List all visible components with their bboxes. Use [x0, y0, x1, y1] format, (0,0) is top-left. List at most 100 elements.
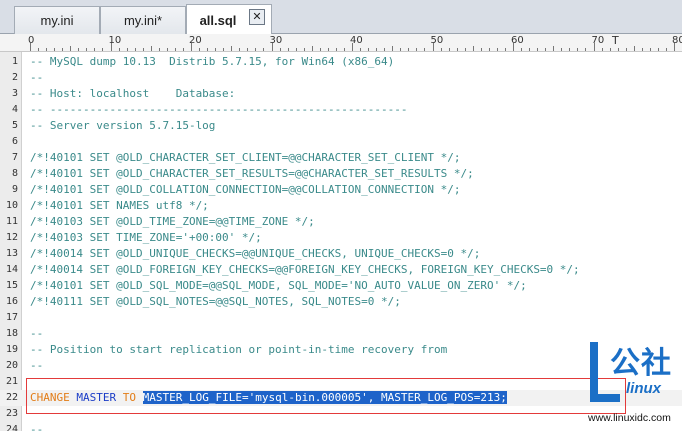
ruler-label: 70 [591, 35, 605, 46]
ruler-tick [392, 46, 394, 51]
line-number: 15 [5, 280, 18, 291]
ruler-tick [287, 48, 289, 51]
line-number: 11 [5, 216, 18, 227]
code-line: 21 [0, 374, 682, 390]
ruler-tick [239, 48, 241, 51]
line-number: 21 [5, 376, 18, 387]
code-text: /*!40101 SET @OLD_CHARACTER_SET_RESULTS=… [30, 167, 474, 180]
line-number: 8 [11, 168, 18, 179]
line-number: 22 [5, 392, 18, 403]
ruler-tick [86, 48, 88, 51]
close-tab-icon[interactable]: ✕ [249, 9, 265, 25]
ruler-label: 60 [511, 35, 524, 46]
code-line: 5 -- Server version 5.7.15-log [0, 118, 682, 134]
ruler-tick [182, 48, 184, 51]
code-text: /*!40111 SET @OLD_SQL_NOTES=@@SQL_NOTES,… [30, 295, 401, 308]
code-line: 20 -- [0, 358, 682, 374]
code-text: /*!40103 SET @OLD_TIME_ZONE=@@TIME_ZONE … [30, 215, 315, 228]
code-line: 13 /*!40014 SET @OLD_UNIQUE_CHECKS=@@UNIQ… [0, 246, 682, 262]
line-number: 3 [11, 88, 18, 99]
line-number: 24 [5, 424, 18, 431]
line-number: 19 [5, 344, 18, 355]
code-editor[interactable]: 1 -- MySQL dump 10.13 Distrib 5.7.15, for… [0, 52, 682, 431]
ruler-tick [472, 46, 474, 51]
code-line: 6 [0, 134, 682, 150]
ruler-tick [102, 48, 104, 51]
ruler-label: 10 [108, 35, 122, 46]
code-line: 10 /*!40101 SET NAMES utf8 */; [0, 198, 682, 214]
line-number: 1 [11, 56, 18, 67]
ruler-tick [384, 48, 386, 51]
ruler-tick [78, 48, 80, 51]
watermark-logo: 公社 linux www.linuxidc.com [588, 336, 682, 431]
ruler-tick [625, 48, 627, 51]
line-number: 10 [5, 200, 18, 211]
code-line: 16 /*!40111 SET @OLD_SQL_NOTES=@@SQL_NOTE… [0, 294, 682, 310]
code-text: CHANGE MASTER TO MASTER_LOG_FILE='mysql-… [30, 390, 507, 406]
ruler-tick [134, 48, 136, 51]
ruler-tick [215, 48, 217, 51]
code-line: 14 /*!40014 SET @OLD_FOREIGN_KEY_CHECKS=@… [0, 262, 682, 278]
column-ruler: 0 10 20 30 40 50 60 70 80 T [0, 34, 682, 52]
ruler-tick [633, 46, 635, 51]
code-text: -- Position to start replication or poin… [30, 343, 448, 356]
ruler-tick [54, 48, 56, 51]
ruler-tick [62, 48, 64, 51]
code-text: -- MySQL dump 10.13 Distrib 5.7.15, for … [30, 55, 395, 68]
ruler-tick [368, 48, 370, 51]
line-number: 6 [11, 136, 18, 147]
keyword-change: CHANGE [30, 391, 70, 404]
code-line: 11 /*!40103 SET @OLD_TIME_ZONE=@@TIME_ZON… [0, 214, 682, 230]
code-text: /*!40101 SET @OLD_CHARACTER_SET_CLIENT=@… [30, 151, 461, 164]
tab-my-ini[interactable]: my.ini [14, 6, 100, 34]
ruler-tick [207, 48, 209, 51]
code-text: /*!40103 SET TIME_ZONE='+00:00' */; [30, 231, 262, 244]
code-line: 23 [0, 406, 682, 422]
ruler-label: 30 [269, 35, 283, 46]
code-text: -- [30, 359, 44, 372]
line-number: 16 [5, 296, 18, 307]
ruler-tick [376, 48, 378, 51]
code-line: 7 /*!40101 SET @OLD_CHARACTER_SET_CLIENT=… [0, 150, 682, 166]
logo-chars: 公社 [610, 347, 672, 380]
ruler-tick [247, 48, 249, 51]
ruler-tick [561, 48, 563, 51]
code-line: 17 [0, 310, 682, 326]
tab-my-ini-modified[interactable]: my.ini* [100, 6, 186, 34]
code-line: 3 -- Host: localhost Database: [0, 86, 682, 102]
ruler-tick [166, 48, 168, 51]
ruler-tick [255, 48, 257, 51]
code-line: 22 CHANGE MASTER TO MASTER_LOG_FILE='mysq… [0, 390, 682, 406]
ruler-tick [641, 48, 643, 51]
code-line: 12 /*!40103 SET TIME_ZONE='+00:00' */; [0, 230, 682, 246]
logo-url: www.linuxidc.com [588, 412, 671, 424]
ruler-tick [158, 48, 160, 51]
code-line: 8 /*!40101 SET @OLD_CHARACTER_SET_RESULTS… [0, 166, 682, 182]
code-text: -- [30, 423, 44, 431]
line-number: 7 [11, 152, 18, 163]
code-text: -- -------------------------------------… [30, 103, 408, 116]
ruler-tick [118, 48, 120, 51]
ruler-tick [609, 48, 611, 51]
code-text: /*!40101 SET @OLD_COLLATION_CONNECTION=@… [30, 183, 461, 196]
logo-sub: linux [626, 380, 662, 397]
ruler-tick [488, 48, 490, 51]
ruler-tick [311, 46, 313, 51]
ruler-label: 80 [672, 35, 682, 46]
ruler-tick [601, 48, 603, 51]
ruler-tick [577, 48, 579, 51]
line-number: 9 [11, 184, 18, 195]
selected-text: MASTER_LOG_FILE='mysql-bin.000005', MAST… [142, 391, 494, 404]
ruler-tick [223, 48, 225, 51]
ruler-tick [279, 48, 281, 51]
code-text: -- Server version 5.7.15-log [30, 119, 216, 132]
ruler-tick [617, 48, 619, 51]
code-text: -- [30, 71, 44, 84]
code-text: -- [30, 327, 44, 340]
keyword-to: TO [122, 391, 136, 404]
ruler-tick [657, 48, 659, 51]
ruler-tick [263, 48, 265, 51]
ruler-tick [70, 46, 72, 51]
